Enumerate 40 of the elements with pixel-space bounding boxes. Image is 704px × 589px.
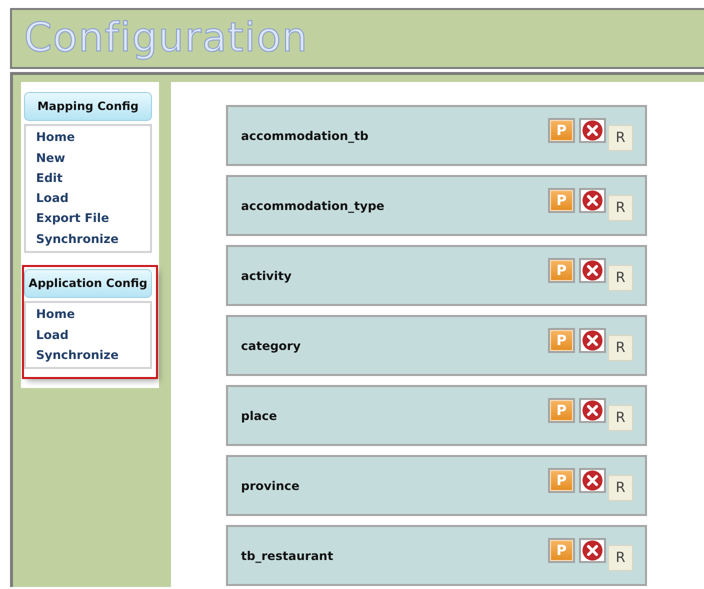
close-icon (581, 260, 604, 281)
r-button[interactable]: R (608, 405, 633, 431)
menu-header: Mapping Config (24, 92, 152, 122)
table-name: activity (241, 268, 293, 284)
delete-button[interactable] (579, 538, 606, 563)
table-name: place (241, 408, 278, 424)
delete-button[interactable] (579, 258, 606, 283)
delete-button[interactable] (579, 328, 606, 353)
r-button[interactable]: R (608, 545, 633, 571)
table-name: accommodation_type (241, 198, 386, 214)
menu-link[interactable]: Synchronize (36, 228, 150, 250)
menu-link[interactable]: Synchronize (36, 344, 150, 366)
menu-link[interactable]: Export File (36, 208, 150, 229)
delete-button[interactable] (579, 468, 606, 493)
delete-button[interactable] (579, 118, 606, 143)
close-icon (581, 470, 604, 491)
r-button[interactable]: R (608, 125, 633, 151)
r-button[interactable]: R (608, 265, 633, 291)
menu-link[interactable]: Load (36, 188, 150, 208)
page-title: Configuration (24, 15, 308, 61)
menu-link[interactable]: Load (36, 324, 150, 345)
table-name: category (241, 338, 302, 354)
delete-button[interactable] (579, 398, 606, 423)
menu-link[interactable]: Home (36, 127, 150, 148)
table-name: province (241, 478, 300, 494)
delete-button[interactable] (579, 188, 606, 213)
close-icon (581, 190, 604, 211)
table-name: accommodation_tb (241, 128, 370, 144)
close-icon (581, 330, 604, 351)
r-button[interactable]: R (608, 475, 633, 501)
close-icon (581, 540, 604, 561)
r-button[interactable]: R (608, 195, 633, 221)
r-button[interactable]: R (608, 335, 633, 361)
close-icon (581, 400, 604, 421)
table-name: tb_restaurant (241, 548, 334, 564)
menu-link[interactable]: Home (36, 304, 150, 325)
close-icon (581, 120, 604, 141)
menu-header: Application Config (24, 269, 152, 298)
menu-link[interactable]: New (36, 148, 150, 168)
menu-link[interactable]: Edit (36, 168, 150, 188)
